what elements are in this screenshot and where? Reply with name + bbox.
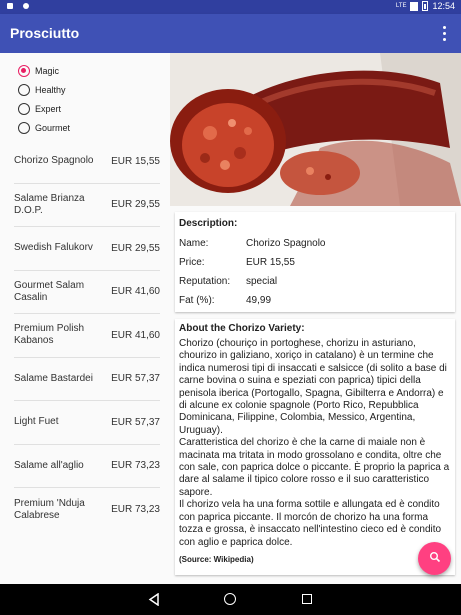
radio-label: Gourmet <box>35 122 71 133</box>
detail-value: 49,99 <box>246 295 272 306</box>
item-name: Premium 'Nduja Calabrese <box>14 497 85 521</box>
status-bar: LTE 12:54 <box>0 0 461 14</box>
list-item[interactable]: Salame all'aglio EUR 73,23 <box>14 445 160 488</box>
detail-label: Reputation: <box>179 276 231 287</box>
recents-icon[interactable] <box>302 594 312 604</box>
more-vert-icon[interactable] <box>439 24 449 42</box>
about-text: Chorizo (chouriço in portoghese, chorizu… <box>179 338 450 548</box>
left-panel: Magic Healthy Expert Gourmet Chorizo Spa… <box>0 53 170 584</box>
detail-row-price: Price: EUR 15,55 <box>179 253 451 272</box>
radio-checked-icon[interactable] <box>18 64 30 77</box>
battery-icon <box>422 1 429 11</box>
home-icon[interactable] <box>224 593 236 605</box>
item-price: EUR 29,55 <box>111 199 160 211</box>
item-name: Salame Brianza D.O.P. <box>14 192 85 216</box>
list-item[interactable]: Premium 'Nduja Calabrese EUR 73,23 <box>14 488 160 532</box>
list-item[interactable]: Gourmet Salam Casalin EUR 41,60 <box>14 271 160 314</box>
item-name: Salame Bastardei <box>14 372 93 384</box>
item-price: EUR 15,55 <box>111 155 160 167</box>
item-price: EUR 41,60 <box>111 329 160 341</box>
list-item[interactable]: Swedish Falukorv EUR 29,55 <box>14 227 160 271</box>
radio-unchecked-icon[interactable] <box>18 102 30 115</box>
detail-value: special <box>246 276 278 287</box>
about-heading: About the Chorizo Variety: <box>179 323 305 334</box>
detail-row-fat: Fat (%): 49,99 <box>179 291 451 310</box>
about-card: About the Chorizo Variety: Chorizo (chou… <box>175 319 455 575</box>
item-name: Light Fuet <box>14 416 59 428</box>
item-name: Swedish Falukorv <box>14 242 93 254</box>
network-label: LTE <box>395 3 407 9</box>
list-item[interactable]: Chorizo Spagnolo EUR 15,55 <box>14 140 160 184</box>
detail-row-name: Name: Chorizo Spagnolo <box>179 234 451 253</box>
item-name: Salame all'aglio <box>14 459 84 471</box>
list-item[interactable]: Light Fuet EUR 57,37 <box>14 401 160 445</box>
item-price: EUR 73,23 <box>111 460 160 472</box>
radio-healthy[interactable]: Healthy <box>18 80 70 99</box>
item-name: Premium Polish Kabanos <box>14 323 85 347</box>
radio-magic[interactable]: Magic <box>18 61 70 80</box>
navigation-bar <box>0 584 461 615</box>
product-list: Chorizo Spagnolo EUR 15,55 Salame Brianza… <box>14 140 160 532</box>
product-image <box>170 53 461 206</box>
radio-unchecked-icon[interactable] <box>18 121 30 134</box>
radio-expert[interactable]: Expert <box>18 99 70 118</box>
item-price: EUR 29,55 <box>111 242 160 254</box>
radio-unchecked-icon[interactable] <box>18 83 30 96</box>
list-item[interactable]: Premium Polish Kabanos EUR 41,60 <box>14 314 160 358</box>
detail-row-reputation: Reputation: special <box>179 272 451 291</box>
clock: 12:54 <box>432 1 455 11</box>
item-price: EUR 57,37 <box>111 373 160 385</box>
app-title: Prosciutto <box>10 25 80 41</box>
back-icon[interactable] <box>148 592 160 611</box>
search-icon <box>429 550 441 568</box>
item-price: EUR 73,23 <box>111 504 160 516</box>
radio-label: Healthy <box>35 84 66 95</box>
item-price: EUR 41,60 <box>111 286 160 298</box>
item-name: Chorizo Spagnolo <box>14 155 94 167</box>
search-fab-button[interactable] <box>418 542 451 575</box>
details-heading: Description: <box>179 218 238 229</box>
notification-icon <box>6 2 14 10</box>
detail-label: Price: <box>179 257 205 268</box>
item-price: EUR 57,37 <box>111 416 160 428</box>
item-name: Gourmet Salam Casalin <box>14 279 85 303</box>
radio-label: Magic <box>35 65 60 76</box>
radio-gourmet[interactable]: Gourmet <box>18 118 70 137</box>
list-item[interactable]: Salame Bastardei EUR 57,37 <box>14 358 160 401</box>
details-card: Description: Name: Chorizo Spagnolo Price… <box>175 212 455 312</box>
app-bar: Prosciutto <box>0 14 461 53</box>
detail-label: Fat (%): <box>179 295 215 306</box>
radio-label: Expert <box>35 103 62 114</box>
settings-notification-icon <box>22 2 30 10</box>
detail-value: EUR 15,55 <box>246 257 295 268</box>
detail-label: Name: <box>179 238 209 249</box>
detail-value: Chorizo Spagnolo <box>246 238 326 249</box>
filter-radio-group: Magic Healthy Expert Gourmet <box>18 61 70 137</box>
signal-icon <box>410 1 419 11</box>
source-citation: (Source: Wikipedia) <box>179 554 254 564</box>
list-item[interactable]: Salame Brianza D.O.P. EUR 29,55 <box>14 184 160 227</box>
